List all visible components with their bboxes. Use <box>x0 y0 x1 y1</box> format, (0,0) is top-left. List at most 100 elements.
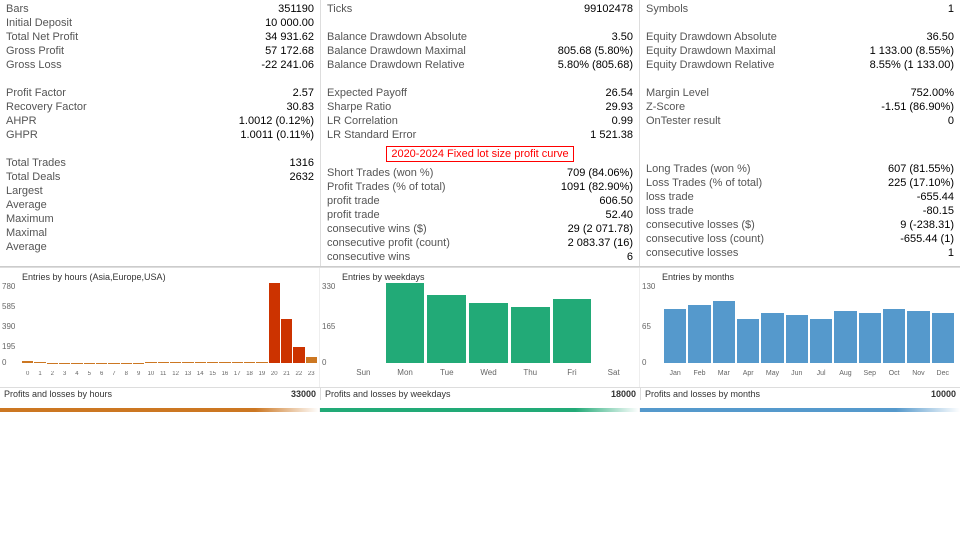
bottom-weekdays-bar <box>320 408 640 412</box>
ontester-value: 0 <box>874 115 954 127</box>
zscore-row: Z-Score -1.51 (86.90%) <box>640 100 960 114</box>
x-sep: Sep <box>859 370 881 377</box>
months-x-labels: Jan Feb Mar Apr May Jun Jul Aug Sep Oct … <box>664 370 954 377</box>
loss-trades-row: Loss Trades (% of total) 225 (17.10%) <box>640 176 960 190</box>
max-consec-losses-row: consecutive losses ($) 9 (-238.31) <box>640 218 960 232</box>
long-trades-value: 607 (81.55%) <box>874 163 954 175</box>
net-profit-value: 34 931.62 <box>234 31 314 43</box>
months-chart: Entries by months 130 65 0 <box>640 268 960 387</box>
x-wed: Wed <box>469 368 508 377</box>
x-h21: 21 <box>281 371 292 377</box>
weekdays-chart-title: Entries by weekdays <box>322 272 637 282</box>
largest-loss-trade-label: loss trade <box>646 191 874 203</box>
x-h7: 7 <box>108 371 119 377</box>
long-trades-label: Long Trades (won %) <box>646 163 874 175</box>
weekdays-bars <box>344 283 633 363</box>
hours-x-labels: 0 1 2 3 4 5 6 7 8 9 10 11 12 13 14 15 16 <box>22 371 317 377</box>
average2-label: Average <box>6 241 234 253</box>
total-trades-value: 1316 <box>234 157 314 169</box>
bal-max-label: Balance Drawdown Maximal <box>327 45 553 57</box>
expected-payoff-value: 26.54 <box>553 87 633 99</box>
avg-consec-wins-label: consecutive wins <box>327 251 553 263</box>
sharpe-row: Sharpe Ratio 29.93 <box>321 100 639 114</box>
charts-section: Entries by hours (Asia,Europe,USA) 780 5… <box>0 267 960 387</box>
margin-level-value: 752.00% <box>874 87 954 99</box>
eq-max-value: 1 133.00 (8.55%) <box>870 45 954 57</box>
max-loss-count-row: consecutive loss (count) -655.44 (1) <box>640 232 960 246</box>
largest-profit-trade-label: profit trade <box>327 195 553 207</box>
gross-loss-value: -22 241.06 <box>234 59 314 71</box>
x-jul: Jul <box>810 370 832 377</box>
expected-payoff-label: Expected Payoff <box>327 87 553 99</box>
bottom-months-section: Profits and losses by months 10000 <box>640 388 960 400</box>
bar-h20 <box>269 283 280 363</box>
avg-loss-trade-value: -80.15 <box>874 205 954 217</box>
avg-consec-losses-value: 1 <box>874 247 954 259</box>
average1-value <box>234 199 314 211</box>
bal-abs-value: 3.50 <box>553 31 633 43</box>
eq-abs-value: 36.50 <box>874 31 954 43</box>
profit-factor-row: Profit Factor 2.57 <box>0 86 320 100</box>
zscore-label: Z-Score <box>646 101 874 113</box>
net-profit-label: Total Net Profit <box>6 31 234 43</box>
total-trades-row: Total Trades 1316 <box>0 156 320 170</box>
x-jun: Jun <box>786 370 808 377</box>
x-oct: Oct <box>883 370 905 377</box>
hours-y-mid3: 195 <box>2 342 15 351</box>
max-profit-count-label: consecutive profit (count) <box>327 237 553 249</box>
x-h5: 5 <box>84 371 95 377</box>
lr-corr-row: LR Correlation 0.99 <box>321 114 639 128</box>
x-h22: 22 <box>293 371 304 377</box>
bars-row: Bars 351190 <box>0 2 320 16</box>
bar-feb <box>688 305 710 363</box>
x-h2: 2 <box>47 371 58 377</box>
avg-profit-trade-value: 52.40 <box>553 209 633 221</box>
gross-loss-label: Gross Loss <box>6 59 234 71</box>
short-trades-value: 709 (84.06%) <box>553 167 633 179</box>
ghpr-value: 1.0011 (0.11%) <box>234 129 314 141</box>
eq-abs-label: Equity Drawdown Absolute <box>646 31 874 43</box>
wkd-y-mid: 165 <box>322 322 335 331</box>
x-h23: 23 <box>306 371 317 377</box>
bar-h16 <box>219 362 230 363</box>
long-trades-row: Long Trades (won %) 607 (81.55%) <box>640 162 960 176</box>
max-consec-wins-value: 29 (2 071.78) <box>553 223 633 235</box>
eq-max-label: Equity Drawdown Maximal <box>646 45 870 57</box>
profit-trades-value: 1091 (82.90%) <box>553 181 633 193</box>
max-consec-wins-label: consecutive wins ($) <box>327 223 553 235</box>
x-h16: 16 <box>219 371 230 377</box>
bar-apr <box>737 319 759 363</box>
eq-abs-row: Equity Drawdown Absolute 36.50 <box>640 30 960 44</box>
bar-may <box>761 313 783 363</box>
sharpe-value: 29.93 <box>553 101 633 113</box>
lr-corr-label: LR Correlation <box>327 115 553 127</box>
x-h8: 8 <box>121 371 132 377</box>
ahpr-value: 1.0012 (0.12%) <box>234 115 314 127</box>
bar-h13 <box>182 362 193 363</box>
weekdays-x-labels: Sun Mon Tue Wed Thu Fri Sat <box>344 368 633 377</box>
mon-y-mid: 65 <box>642 322 651 331</box>
spacer2 <box>0 142 320 156</box>
x-h18: 18 <box>244 371 255 377</box>
maximum-row: Maximum <box>0 212 320 226</box>
average2-value <box>234 241 314 253</box>
ticks-label: Ticks <box>327 3 553 15</box>
initial-deposit-label: Initial Deposit <box>6 17 234 29</box>
eq-max-row: Equity Drawdown Maximal 1 133.00 (8.55%) <box>640 44 960 58</box>
weekdays-chart: Entries by weekdays 330 165 0 Sun Mon <box>320 268 640 387</box>
x-thu: Thu <box>511 368 550 377</box>
profit-trades-label: Profit Trades (% of total) <box>327 181 553 193</box>
x-sun: Sun <box>344 368 383 377</box>
stats-col-1: Bars 351190 Initial Deposit 10 000.00 To… <box>0 0 320 266</box>
ticks-row: Ticks 99102478 <box>321 2 639 16</box>
largest-label: Largest <box>6 185 234 197</box>
spacer-col3-1 <box>640 16 960 30</box>
bal-rel-label: Balance Drawdown Relative <box>327 59 553 71</box>
bal-rel-row: Balance Drawdown Relative 5.80% (805.68) <box>321 58 639 72</box>
recovery-factor-label: Recovery Factor <box>6 101 234 113</box>
ahpr-label: AHPR <box>6 115 234 127</box>
bottom-mini-charts <box>0 400 960 420</box>
bar-fri <box>553 299 592 363</box>
highlight-label: 2020-2024 Fixed lot size profit curve <box>386 146 573 162</box>
x-jan: Jan <box>664 370 686 377</box>
